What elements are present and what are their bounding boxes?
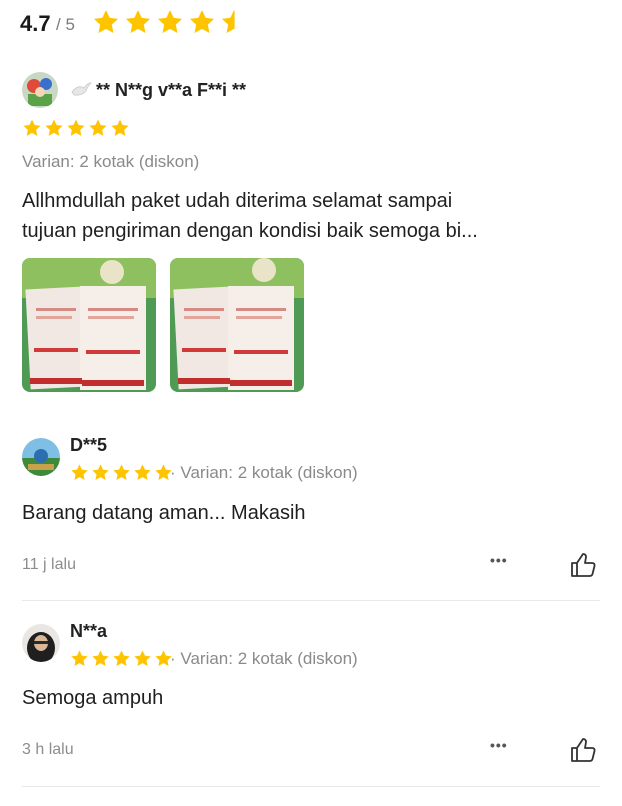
- avatar-image: [22, 72, 58, 108]
- star-icon: [113, 464, 130, 480]
- star-icon: [92, 464, 109, 480]
- avatar-image: [22, 624, 60, 662]
- review-time: 11 j lalu: [22, 556, 76, 573]
- star-icon: [134, 464, 151, 480]
- review-stars: [70, 649, 173, 668]
- half-star-icon: [221, 10, 247, 33]
- review-photo[interactable]: [22, 258, 156, 392]
- review-text: Semoga ampuh: [22, 687, 164, 709]
- avatar[interactable]: [22, 72, 58, 108]
- average-stars: [92, 8, 248, 36]
- review-text: Allhmdullah paket udah diterima selamat …: [22, 190, 453, 212]
- like-icon[interactable]: [568, 735, 598, 765]
- rating-max: / 5: [56, 15, 75, 34]
- star-icon: [111, 119, 129, 136]
- divider: [22, 600, 600, 601]
- star-icon: [23, 119, 41, 136]
- dove-icon: [70, 80, 92, 98]
- star-icon: [134, 650, 151, 666]
- review-time: 3 h lalu: [22, 741, 74, 758]
- rating-summary: 4.7 / 5: [0, 0, 622, 46]
- avatar-image: [22, 438, 60, 476]
- review-stars: [22, 118, 130, 138]
- star-icon: [93, 10, 119, 33]
- avatar[interactable]: [22, 438, 60, 476]
- reviewer-name: N**a: [70, 621, 108, 641]
- star-icon: [92, 650, 109, 666]
- star-icon: [71, 650, 88, 666]
- star-icon: [125, 10, 151, 33]
- divider: [22, 786, 600, 787]
- review-text: Barang datang aman... Makasih: [22, 502, 306, 524]
- star-icon: [157, 10, 183, 33]
- more-options-icon[interactable]: •••: [490, 552, 508, 568]
- star-icon: [89, 119, 107, 136]
- star-icon: [189, 10, 215, 33]
- variant-label: Varian: 2 kotak (diskon): [22, 152, 200, 171]
- avatar[interactable]: [22, 624, 60, 662]
- more-options-icon[interactable]: •••: [490, 737, 508, 753]
- reviewer-name: D**5: [70, 435, 108, 455]
- star-icon: [71, 464, 88, 480]
- review-photo[interactable]: [170, 258, 304, 392]
- average-rating: 4.7: [20, 11, 51, 36]
- like-icon[interactable]: [568, 550, 598, 580]
- variant-label: · Varian: 2 kotak (diskon): [170, 463, 358, 482]
- review-text: tujuan pengiriman dengan kondisi baik se…: [22, 220, 478, 242]
- variant-label: · Varian: 2 kotak (diskon): [170, 649, 358, 668]
- reviewer-name: ** N**g v**a F**i **: [96, 80, 247, 100]
- star-icon: [67, 119, 85, 136]
- star-icon: [45, 119, 63, 136]
- review-stars: [70, 463, 173, 482]
- star-icon: [113, 650, 130, 666]
